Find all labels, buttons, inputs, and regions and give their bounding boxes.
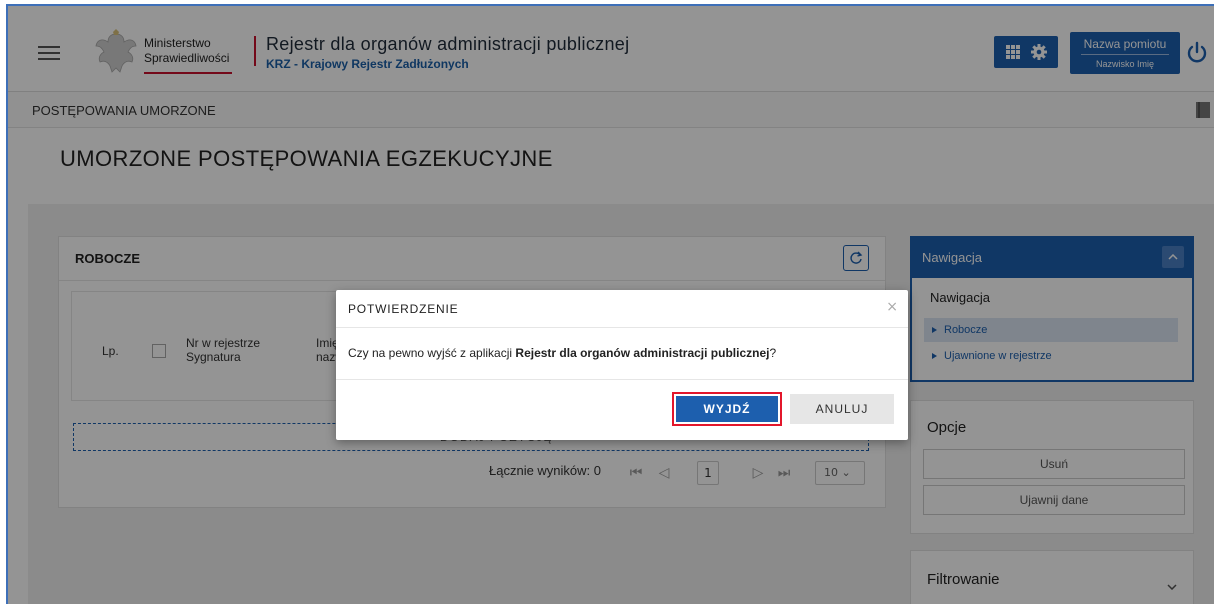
- message-suffix: ?: [769, 346, 777, 360]
- dialog-header: POTWIERDZENIE ×: [336, 290, 908, 328]
- app-window: Ministerstwo Sprawiedliwości Rejestr dla…: [6, 4, 1214, 604]
- close-icon[interactable]: ×: [886, 299, 898, 315]
- confirm-dialog: POTWIERDZENIE × Czy na pewno wyjść z apl…: [336, 290, 908, 440]
- exit-button-label: WYJDŹ: [676, 396, 778, 422]
- message-prefix: Czy na pewno wyjść z aplikacji: [348, 346, 516, 360]
- exit-button[interactable]: WYJDŹ: [672, 392, 782, 426]
- cancel-button[interactable]: ANULUJ: [790, 394, 894, 424]
- dialog-title: POTWIERDZENIE: [348, 302, 459, 316]
- dialog-message: Czy na pewno wyjść z aplikacji Rejestr d…: [348, 346, 776, 360]
- dialog-body: Czy na pewno wyjść z aplikacji Rejestr d…: [336, 328, 908, 380]
- message-app-name: Rejestr dla organów administracji public…: [515, 346, 770, 360]
